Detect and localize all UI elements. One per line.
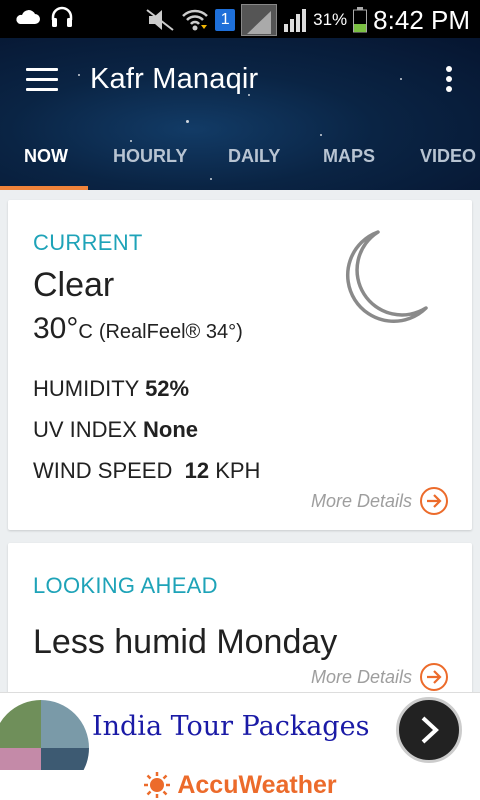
mute-icon [146, 9, 174, 31]
uv-index-value: None [143, 417, 199, 442]
sim-slot-badge: 1 [215, 9, 236, 31]
realfeel-text: (RealFeel® 34°) [98, 321, 243, 343]
more-details-label: More Details [310, 666, 412, 687]
tab-daily[interactable]: DAILY [228, 146, 280, 167]
signal-icon [284, 9, 307, 32]
looking-ahead-headline: Less humid Monday [33, 623, 338, 661]
uv-index-row: UV INDEX None [33, 417, 198, 443]
signal-box-icon [241, 4, 278, 36]
humidity-value: 52% [145, 376, 190, 401]
more-details-label: More Details [310, 490, 412, 511]
tab-now[interactable]: NOW [24, 146, 68, 167]
app-header: Kafr Manaqir NOW HOURLY DAILY MAPS VIDEO [0, 38, 480, 190]
current-conditions-card: CURRENT Clear 30° C (RealFeel® 34°) HUMI… [8, 200, 472, 530]
chevron-right-icon [421, 716, 439, 744]
temperature-line: 30° C (RealFeel® 34°) [33, 312, 243, 346]
tab-maps[interactable]: MAPS [323, 146, 375, 167]
brand-footer: AccuWeather [0, 770, 480, 800]
ad-banner[interactable]: h India Tour Packages [0, 692, 480, 799]
arrow-right-circle-icon [420, 487, 448, 515]
looking-ahead-card: LOOKING AHEAD Less humid Monday More Det… [8, 543, 472, 703]
looking-ahead-section-title: LOOKING AHEAD [33, 573, 218, 598]
wind-speed-unit: KPH [215, 458, 261, 483]
condition-text: Clear [33, 266, 115, 304]
wind-speed-label: WIND SPEED [33, 458, 173, 483]
humidity-label: HUMIDITY [33, 376, 139, 401]
brand-name: AccuWeather [177, 770, 337, 799]
uv-index-label: UV INDEX [33, 417, 137, 442]
ad-text[interactable]: h India Tour Packages [66, 711, 369, 742]
sun-logo-icon [144, 772, 171, 798]
wind-speed-value: 12 [184, 458, 210, 483]
battery-icon [353, 7, 368, 33]
wind-speed-row: WIND SPEED 12 KPH [33, 458, 260, 484]
status-left-icons [14, 6, 74, 28]
current-section-title: CURRENT [33, 230, 143, 255]
temperature-value: 30° [33, 312, 79, 345]
tab-video[interactable]: VIDEO [420, 146, 476, 167]
tab-bar: NOW HOURLY DAILY MAPS VIDEO [0, 142, 480, 190]
menu-icon[interactable] [26, 68, 58, 92]
temperature-unit: C [78, 321, 93, 343]
status-right-icons: 1 31% 8:42 PM [145, 4, 470, 36]
current-more-details-link[interactable]: More Details [311, 487, 448, 515]
battery-percent: 31% [313, 10, 348, 29]
moon-icon [345, 230, 428, 323]
active-tab-indicator [0, 186, 88, 190]
humidity-row: HUMIDITY 52% [33, 376, 189, 402]
ad-next-button[interactable] [396, 697, 462, 763]
clock-time: 8:42 PM [373, 4, 470, 35]
cloud-icon [16, 10, 40, 24]
location-title[interactable]: Kafr Manaqir [90, 63, 258, 96]
looking-ahead-more-details-link[interactable]: More Details [311, 663, 448, 691]
wifi-icon [182, 9, 209, 31]
tab-hourly[interactable]: HOURLY [113, 146, 187, 167]
overflow-menu-icon[interactable] [444, 66, 454, 96]
headset-icon [51, 6, 73, 27]
arrow-right-circle-icon [420, 663, 448, 691]
status-bar: 1 31% 8:42 PM [0, 0, 480, 38]
